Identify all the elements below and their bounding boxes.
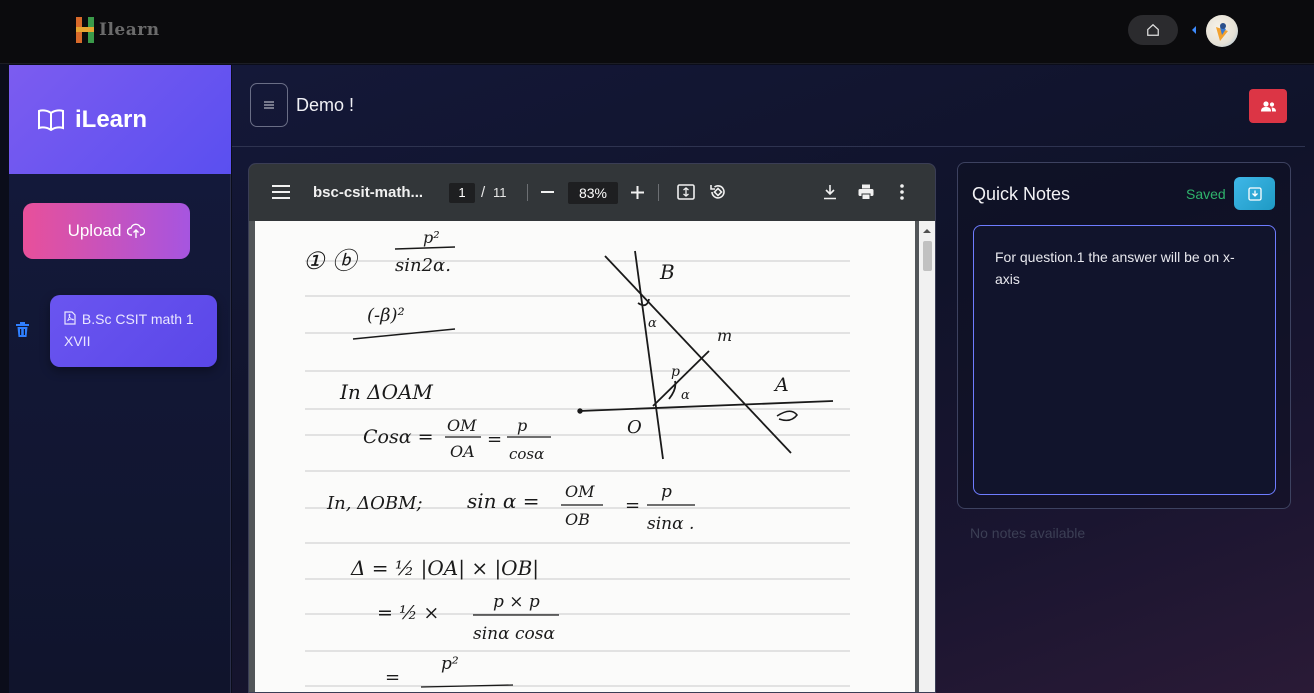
handwriting-line: Cosα = bbox=[363, 426, 434, 448]
diagram-label: A bbox=[773, 374, 789, 396]
toolbar-divider bbox=[658, 184, 659, 201]
geometry-diagram bbox=[577, 250, 834, 460]
quick-notes-panel: Quick Notes Saved For question.1 the ans… bbox=[957, 162, 1291, 509]
minus-icon bbox=[541, 191, 554, 193]
handwriting-line: OM bbox=[565, 482, 595, 501]
brand-mark-icon bbox=[76, 17, 94, 43]
handwriting-line: In ΔOAM bbox=[339, 380, 433, 404]
handwriting-line: OA bbox=[450, 442, 475, 461]
handwritten-notes-page: ① ⓑ p² sin2α. (-β)² In ΔOAM Cosα = OM OA… bbox=[303, 228, 850, 688]
pdf-file-name: bsc-csit-math... bbox=[313, 184, 424, 201]
menu-toggle-button[interactable] bbox=[250, 83, 288, 127]
handwriting-line: OB bbox=[565, 510, 590, 529]
scribble-mark bbox=[776, 410, 798, 422]
pdf-viewer: bsc-csit-math... 1 / 11 83% ① ⓑ p² sin2α… bbox=[248, 163, 936, 693]
handwriting-line: Δ = ½ |OA| × |OB| bbox=[350, 556, 539, 581]
handwriting-line: OM bbox=[447, 416, 477, 435]
handwriting-line: sinα cosα bbox=[473, 624, 555, 644]
notes-title: Quick Notes bbox=[972, 184, 1071, 204]
brand-text: Ilearn bbox=[99, 20, 160, 40]
diagram-label: α bbox=[648, 316, 657, 331]
zoom-input[interactable]: 83% bbox=[568, 182, 618, 204]
hamburger-icon bbox=[264, 101, 274, 109]
fit-to-page-icon bbox=[677, 184, 695, 200]
diagram-label: B bbox=[659, 260, 675, 284]
sidebar-title: iLearn bbox=[75, 105, 148, 133]
no-notes-text: No notes available bbox=[970, 525, 1086, 541]
upload-label: Upload bbox=[67, 221, 122, 240]
upload-button[interactable]: Upload bbox=[23, 203, 190, 259]
pdf-page: ① ⓑ p² sin2α. (-β)² In ΔOAM Cosα = OM OA… bbox=[255, 221, 915, 692]
rotate-button[interactable] bbox=[709, 183, 727, 201]
page-number-input[interactable]: 1 bbox=[449, 183, 475, 203]
handwriting-line: sin α = bbox=[467, 489, 540, 513]
pdf-toolbar: bsc-csit-math... 1 / 11 83% bbox=[249, 164, 935, 221]
hamburger-icon bbox=[272, 185, 290, 199]
download-icon bbox=[824, 185, 836, 200]
download-button[interactable] bbox=[823, 184, 837, 200]
cloud-upload-icon bbox=[127, 223, 146, 238]
handwriting-line: (-β)² bbox=[367, 305, 405, 326]
page-total: 11 bbox=[493, 185, 507, 200]
handwriting-line: p bbox=[517, 416, 527, 435]
more-options-button[interactable] bbox=[900, 184, 904, 200]
handwriting-line: cosα bbox=[509, 445, 544, 463]
pdf-menu-button[interactable] bbox=[272, 185, 290, 199]
scroll-thumb[interactable] bbox=[923, 241, 932, 271]
avatar[interactable] bbox=[1206, 15, 1238, 47]
sidebar: iLearn Upload B.Sc CSIT math 1 XVII bbox=[9, 65, 231, 693]
save-status: Saved bbox=[1186, 186, 1226, 202]
more-vertical-icon bbox=[900, 184, 904, 200]
caret-left-icon[interactable] bbox=[1191, 25, 1197, 35]
home-button[interactable] bbox=[1128, 15, 1178, 45]
top-navbar: Ilearn bbox=[0, 0, 1314, 64]
handwriting-line: = bbox=[625, 495, 640, 516]
print-button[interactable] bbox=[858, 184, 874, 200]
bird-avatar-icon bbox=[1216, 23, 1228, 41]
home-icon bbox=[1147, 23, 1159, 36]
toolbar-divider bbox=[527, 184, 528, 201]
diagram-label: O bbox=[627, 417, 642, 438]
handwriting-line: = ½ × bbox=[377, 602, 439, 624]
handwriting-line: = bbox=[385, 667, 400, 688]
handwriting-line: = bbox=[487, 429, 502, 450]
save-notes-button[interactable] bbox=[1234, 177, 1275, 210]
notes-textarea[interactable]: For question.1 the answer will be on x-a… bbox=[973, 225, 1276, 495]
page-header: Demo ! bbox=[232, 65, 1305, 147]
plus-icon bbox=[631, 186, 644, 199]
diagram-label: m bbox=[717, 326, 732, 345]
handwriting-line: ① ⓑ bbox=[303, 247, 360, 275]
printer-icon bbox=[858, 184, 874, 200]
page-separator: / bbox=[481, 184, 486, 201]
handwriting-line: p × p bbox=[493, 592, 540, 612]
file-item[interactable]: B.Sc CSIT math 1 XVII bbox=[50, 295, 217, 367]
page-title: Demo ! bbox=[296, 95, 355, 115]
pdf-scrollbar[interactable] bbox=[919, 221, 935, 692]
diagram-label: α bbox=[681, 388, 690, 403]
pdf-file-icon bbox=[64, 311, 76, 325]
diagram-label: p bbox=[671, 364, 680, 380]
handwriting-line: p bbox=[661, 482, 672, 502]
users-button[interactable] bbox=[1249, 89, 1287, 123]
handwriting-line: In, ΔOBM; bbox=[326, 493, 423, 514]
rotate-icon bbox=[710, 185, 725, 199]
brand-logo[interactable]: Ilearn bbox=[76, 17, 160, 43]
zoom-in-button[interactable] bbox=[631, 186, 644, 199]
zoom-out-button[interactable] bbox=[541, 191, 554, 193]
handwriting-line: sin2α. bbox=[395, 255, 451, 276]
users-icon bbox=[1260, 100, 1276, 111]
scroll-up-icon[interactable] bbox=[919, 223, 935, 237]
book-open-icon bbox=[38, 108, 64, 131]
handwriting-line: p² bbox=[423, 228, 440, 247]
save-download-icon bbox=[1247, 186, 1262, 201]
fit-page-button[interactable] bbox=[677, 184, 695, 200]
handwriting-line: sinα . bbox=[647, 514, 694, 534]
sidebar-header: iLearn bbox=[9, 65, 231, 174]
trash-icon[interactable] bbox=[16, 322, 29, 337]
file-item-label: B.Sc CSIT math 1 XVII bbox=[64, 311, 194, 349]
handwriting-line: p² bbox=[441, 654, 459, 674]
